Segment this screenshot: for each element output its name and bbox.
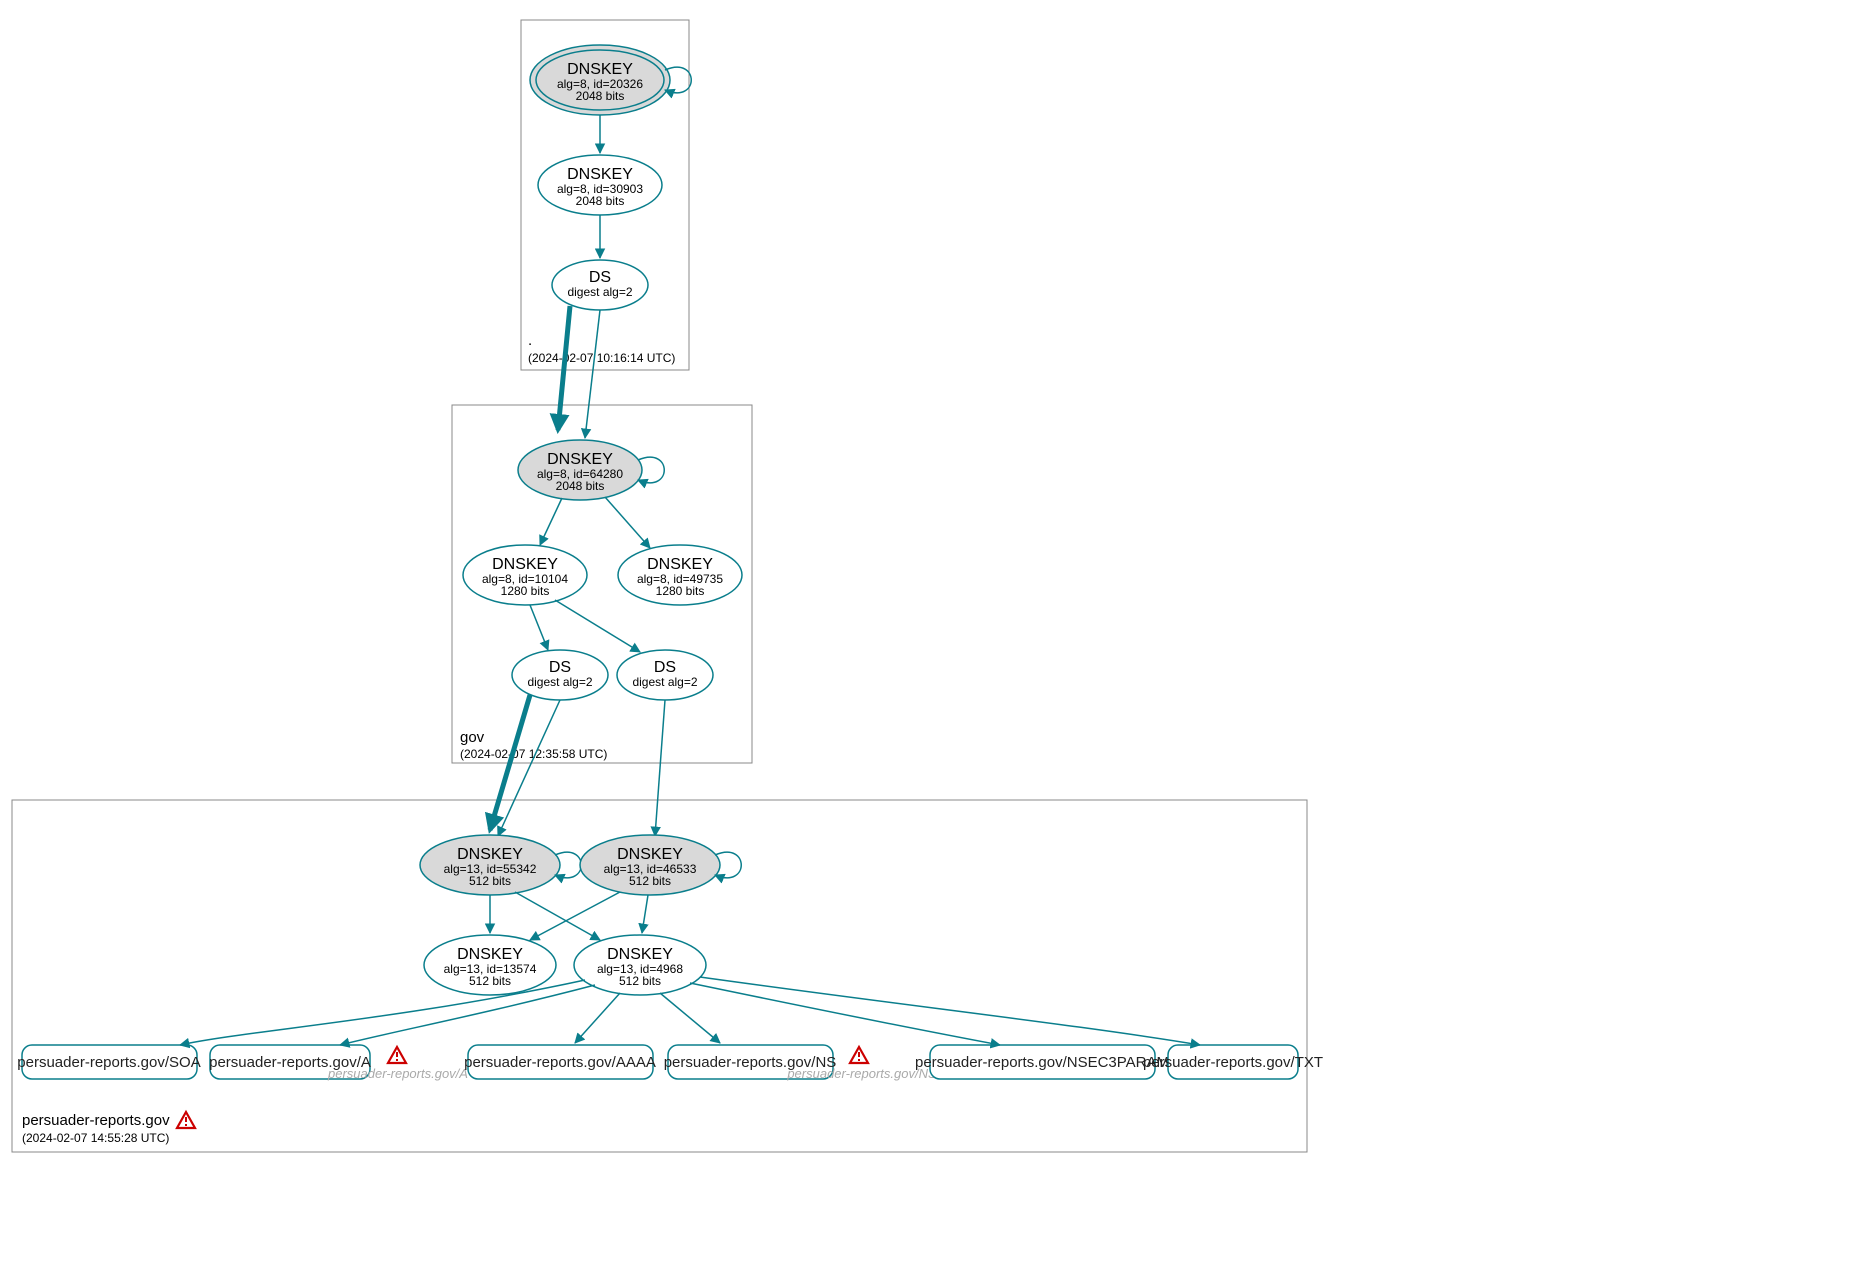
edge-z3-ksk1-zsk2 [515, 892, 600, 940]
node-root-ds[interactable]: DS digest alg=2 [552, 260, 648, 310]
warn-a-text: persuader-reports.gov/A [327, 1066, 468, 1081]
svg-text:DNSKEY: DNSKEY [547, 451, 613, 468]
zone-root-timestamp: (2024-02-07 10:16:14 UTC) [528, 351, 675, 365]
edge-zsk2-nsec [690, 983, 1000, 1045]
svg-text:persuader-reports.gov/SOA: persuader-reports.gov/SOA [17, 1054, 200, 1071]
node-root-ksk[interactable]: DNSKEY alg=8, id=20326 2048 bits [530, 45, 670, 115]
node-z3-ksk1[interactable]: DNSKEY alg=13, id=55342 512 bits [420, 835, 560, 895]
node-gov-ksk[interactable]: DNSKEY alg=8, id=64280 2048 bits [518, 440, 642, 500]
svg-text:digest alg=2: digest alg=2 [567, 285, 632, 299]
svg-text:DNSKEY: DNSKEY [567, 61, 633, 78]
node-root-zsk[interactable]: DNSKEY alg=8, id=30903 2048 bits [538, 155, 662, 215]
svg-text:1280 bits: 1280 bits [656, 584, 705, 598]
rr-soa[interactable]: persuader-reports.gov/SOA [17, 1045, 200, 1079]
edge-z3-ksk2-zsk2 [642, 895, 648, 933]
svg-text:digest alg=2: digest alg=2 [527, 675, 592, 689]
edge-z3-ksk2-zsk1 [530, 892, 620, 940]
svg-text:digest alg=2: digest alg=2 [632, 675, 697, 689]
warning-icon [177, 1112, 195, 1128]
svg-text:1280 bits: 1280 bits [501, 584, 550, 598]
node-gov-ds1[interactable]: DS digest alg=2 [512, 650, 608, 700]
svg-text:DNSKEY: DNSKEY [647, 556, 713, 573]
svg-text:DNSKEY: DNSKEY [457, 846, 523, 863]
edge-gov-ksk-zsk2 [605, 497, 650, 548]
zone3-timestamp: (2024-02-07 14:55:28 UTC) [22, 1131, 169, 1145]
node-gov-zsk2[interactable]: DNSKEY alg=8, id=49735 1280 bits [618, 545, 742, 605]
svg-text:512 bits: 512 bits [469, 974, 511, 988]
rr-aaaa[interactable]: persuader-reports.gov/AAAA [464, 1045, 656, 1079]
zone-root-label: . [528, 332, 532, 349]
svg-text:persuader-reports.gov/TXT: persuader-reports.gov/TXT [1143, 1054, 1323, 1071]
node-gov-ds2[interactable]: DS digest alg=2 [617, 650, 713, 700]
svg-text:DNSKEY: DNSKEY [457, 946, 523, 963]
warning-icon [850, 1047, 868, 1063]
edge-zsk2-aaaa [575, 993, 620, 1043]
edge-root-ds-to-gov-ksk [585, 310, 600, 438]
zone-gov-label: gov [460, 729, 485, 746]
node-gov-zsk1[interactable]: DNSKEY alg=8, id=10104 1280 bits [463, 545, 587, 605]
node-z3-ksk2[interactable]: DNSKEY alg=13, id=46533 512 bits [580, 835, 720, 895]
svg-text:2048 bits: 2048 bits [556, 479, 605, 493]
svg-text:DS: DS [589, 269, 611, 286]
edge-zsk2-ns [660, 993, 720, 1043]
svg-text:2048 bits: 2048 bits [576, 89, 625, 103]
warning-icon [388, 1047, 406, 1063]
rr-txt[interactable]: persuader-reports.gov/TXT [1143, 1045, 1323, 1079]
svg-text:DNSKEY: DNSKEY [617, 846, 683, 863]
svg-text:512 bits: 512 bits [469, 874, 511, 888]
edge-gov-zsk1-ds2 [555, 600, 640, 652]
svg-text:DNSKEY: DNSKEY [567, 166, 633, 183]
svg-text:DS: DS [549, 659, 571, 676]
svg-text:DS: DS [654, 659, 676, 676]
node-z3-zsk1[interactable]: DNSKEY alg=13, id=13574 512 bits [424, 935, 556, 995]
svg-text:DNSKEY: DNSKEY [492, 556, 558, 573]
edge-root-to-gov-bold [558, 306, 570, 430]
svg-text:persuader-reports.gov/NSEC3PAR: persuader-reports.gov/NSEC3PARAM [915, 1054, 1169, 1071]
edge-gov-zsk1-ds1 [530, 605, 548, 650]
svg-text:persuader-reports.gov/AAAA: persuader-reports.gov/AAAA [464, 1054, 656, 1071]
rr-nsec3param[interactable]: persuader-reports.gov/NSEC3PARAM [915, 1045, 1169, 1079]
svg-text:512 bits: 512 bits [619, 974, 661, 988]
edge-gov-ksk-zsk1 [540, 498, 562, 545]
edge-gov-ds2-ksk2 [655, 700, 665, 836]
zone3-label: persuader-reports.gov [22, 1112, 170, 1129]
svg-text:2048 bits: 2048 bits [576, 194, 625, 208]
svg-text:512 bits: 512 bits [629, 874, 671, 888]
svg-text:DNSKEY: DNSKEY [607, 946, 673, 963]
